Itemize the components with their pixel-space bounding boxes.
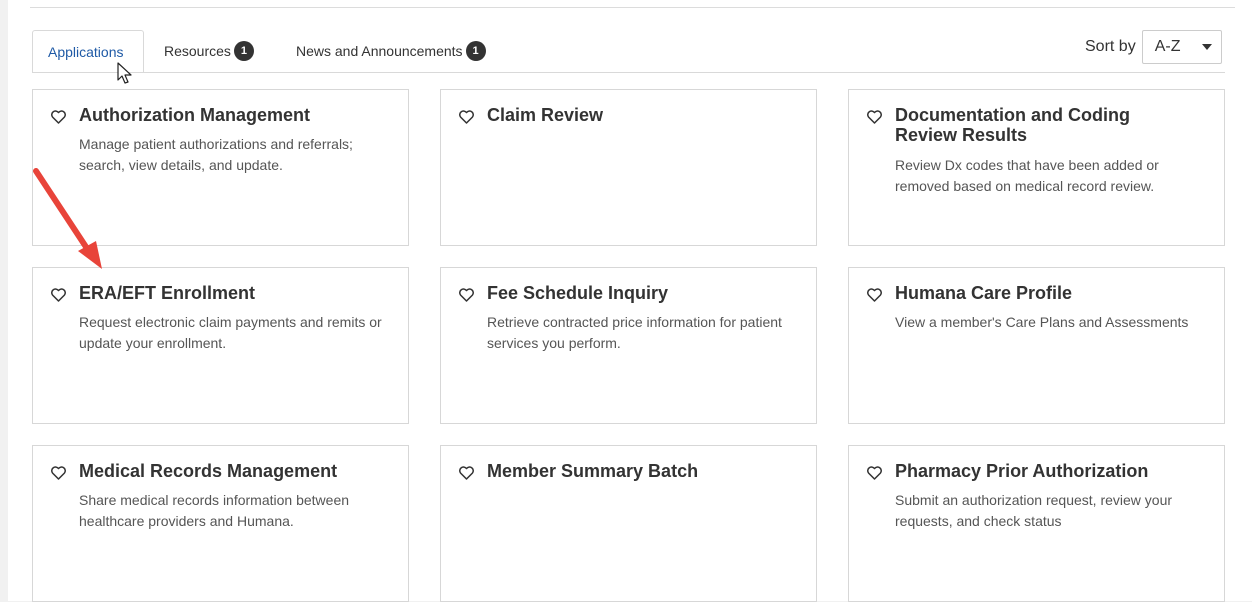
app-card-description: Manage patient authorizations and referr… bbox=[79, 136, 353, 173]
heart-outline-icon[interactable] bbox=[50, 465, 67, 480]
mouse-pointer-icon bbox=[117, 62, 132, 84]
app-card-era-eft-enrollment[interactable]: ERA/EFT Enrollment Request electronic cl… bbox=[32, 267, 409, 424]
heart-outline-icon[interactable] bbox=[50, 109, 67, 124]
app-card-fee-schedule-inquiry[interactable]: Fee Schedule Inquiry Retrieve contracted… bbox=[440, 267, 817, 424]
app-card-title: Medical Records Management bbox=[79, 461, 338, 481]
sort-selected-value: A-Z bbox=[1154, 38, 1181, 55]
sort-select[interactable]: A-Z bbox=[1141, 30, 1222, 64]
tab-resources[interactable]: Resources 1 bbox=[164, 30, 254, 72]
app-card-description: Retrieve contracted price information fo… bbox=[487, 314, 782, 351]
heart-outline-icon[interactable] bbox=[50, 287, 67, 302]
tab-applications-label: Applications bbox=[48, 44, 124, 60]
heart-outline-icon[interactable] bbox=[458, 287, 475, 302]
applications-panel: Applications Resources 1 News and Announc… bbox=[8, 0, 1252, 602]
tab-news-and-announcements[interactable]: News and Announcements 1 bbox=[296, 30, 486, 72]
caret-down-icon bbox=[1201, 44, 1212, 50]
app-card-member-summary-batch[interactable]: Member Summary Batch bbox=[440, 445, 817, 602]
app-card-title: Claim Review bbox=[487, 105, 604, 125]
heart-outline-icon[interactable] bbox=[866, 287, 883, 302]
heart-outline-icon[interactable] bbox=[458, 109, 475, 124]
tab-news-label: News and Announcements bbox=[296, 43, 463, 59]
app-card-title: Humana Care Profile bbox=[895, 283, 1073, 303]
app-card-humana-care-profile[interactable]: Humana Care Profile View a member's Care… bbox=[848, 267, 1225, 424]
app-card-title: Documentation and Coding Review Results bbox=[895, 105, 1130, 145]
news-count-badge: 1 bbox=[465, 40, 486, 61]
app-card-title: Pharmacy Prior Authorization bbox=[895, 461, 1149, 481]
red-arrow-annotation-icon bbox=[33, 168, 102, 269]
top-divider bbox=[30, 7, 1235, 8]
app-card-title: Fee Schedule Inquiry bbox=[487, 283, 669, 303]
tab-resources-label: Resources bbox=[164, 43, 231, 59]
heart-outline-icon[interactable] bbox=[866, 109, 883, 124]
app-card-title: Authorization Management bbox=[79, 105, 311, 125]
app-card-description: Review Dx codes that have been added or … bbox=[895, 157, 1159, 194]
app-card-description: Submit an authorization request, review … bbox=[895, 492, 1173, 529]
app-card-description: Share medical records information betwee… bbox=[79, 492, 350, 529]
app-card-claim-review[interactable]: Claim Review bbox=[440, 89, 817, 246]
heart-outline-icon[interactable] bbox=[866, 465, 883, 480]
app-card-documentation-coding[interactable]: Documentation and Coding Review Results … bbox=[848, 89, 1225, 246]
app-card-title: ERA/EFT Enrollment bbox=[79, 283, 256, 303]
heart-outline-icon[interactable] bbox=[458, 465, 475, 480]
tab-underline bbox=[32, 72, 1225, 73]
app-card-title: Member Summary Batch bbox=[487, 461, 699, 481]
sort-label: Sort by bbox=[1085, 38, 1136, 55]
resources-count-badge: 1 bbox=[233, 40, 254, 61]
app-card-pharmacy-prior-authorization[interactable]: Pharmacy Prior Authorization Submit an a… bbox=[848, 445, 1225, 602]
sort-control: Sort by A-Z bbox=[1085, 30, 1222, 64]
app-card-medical-records-management[interactable]: Medical Records Management Share medical… bbox=[32, 445, 409, 602]
app-card-description: Request electronic claim payments and re… bbox=[79, 314, 382, 351]
app-card-description: View a member's Care Plans and Assessmen… bbox=[895, 314, 1189, 330]
